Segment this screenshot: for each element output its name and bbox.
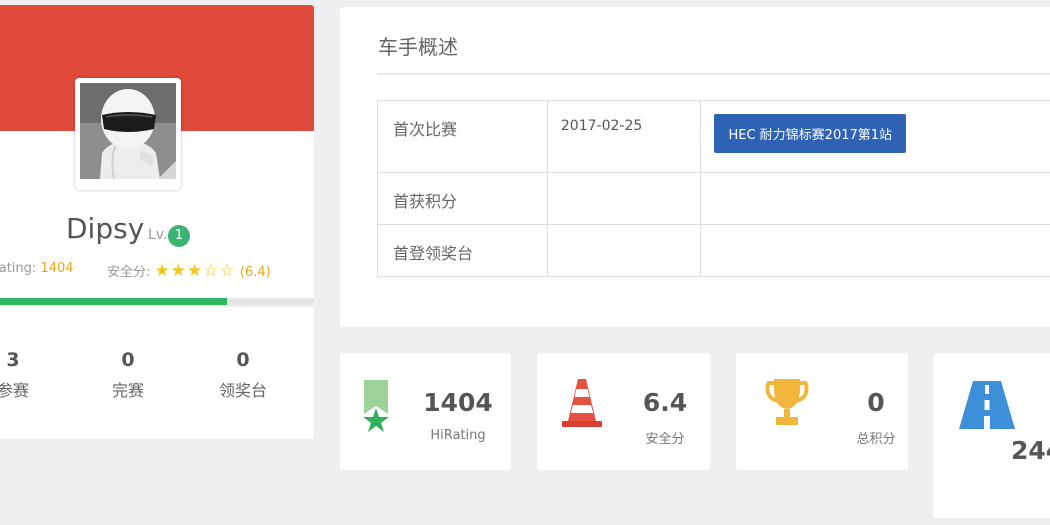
stat-distance-value: 244 <box>1011 436 1050 465</box>
safety-line: 安全分: ★★★☆☆ (6.4) <box>107 261 271 281</box>
safety-label: 安全分: <box>107 265 151 280</box>
rating-value: 1404 <box>40 261 74 276</box>
stat-card-total-points: 0 总积分 <box>736 353 908 470</box>
driver-overview-card: 车手概述 首次比赛 2017-02-25 HEC 耐力锦标赛2017第1站 首获… <box>340 7 1050 327</box>
table-row: 首获积分 <box>377 172 1050 225</box>
stat-total-points-value: 0 <box>867 388 885 417</box>
overview-title: 车手概述 <box>378 35 458 59</box>
first-podium-event <box>700 224 1050 277</box>
overview-table: 首次比赛 2017-02-25 HEC 耐力锦标赛2017第1站 首获积分 首登… <box>377 100 1050 277</box>
progress-bar <box>0 298 314 305</box>
count-finished: 0 完赛 <box>83 349 173 401</box>
count-finished-label: 完赛 <box>111 381 144 400</box>
ribbon-award-icon <box>363 380 389 432</box>
stat-total-points-label: 总积分 <box>856 432 896 447</box>
stat-card-hirating: 1404 HiRating <box>340 353 511 470</box>
stat-hirating-value: 1404 <box>423 388 493 417</box>
first-points-date <box>546 172 702 225</box>
helmet-avatar-icon <box>80 83 176 179</box>
first-race-label: 首次比赛 <box>377 100 548 173</box>
count-podiums: 0 领奖台 <box>198 349 288 401</box>
table-row: 首次比赛 2017-02-25 HEC 耐力锦标赛2017第1站 <box>377 100 1050 173</box>
safety-score: (6.4) <box>239 265 271 280</box>
safety-stars-icon: ★★★☆☆ <box>154 261 236 281</box>
trophy-icon <box>765 379 809 425</box>
avatar-image <box>80 83 176 179</box>
user-name: Dipsy <box>66 212 145 245</box>
first-points-event <box>700 172 1050 225</box>
avatar[interactable] <box>75 78 181 190</box>
first-race-event-cell: HEC 耐力锦标赛2017第1站 <box>700 100 1050 173</box>
first-points-label: 首获积分 <box>377 172 548 225</box>
level-badge: 1 <box>168 225 190 247</box>
count-races: 3 参赛 <box>0 349 58 401</box>
stat-card-safety: 6.4 安全分 <box>537 353 710 470</box>
stat-hirating-label: HiRating <box>430 428 486 443</box>
first-race-event-button[interactable]: HEC 耐力锦标赛2017第1站 <box>714 114 907 153</box>
count-podiums-value: 0 <box>236 349 250 371</box>
rating-label: Rating: <box>0 261 37 276</box>
counts-card: 3 参赛 0 完赛 0 领奖台 <box>0 307 314 439</box>
stat-safety-label: 安全分 <box>645 432 685 447</box>
overview-divider <box>377 73 1050 75</box>
first-race-date: 2017-02-25 <box>546 100 702 173</box>
count-podiums-label: 领奖台 <box>218 381 267 400</box>
stat-safety-value: 6.4 <box>642 388 688 417</box>
first-podium-label: 首登领奖台 <box>377 224 548 277</box>
road-icon <box>959 381 1015 429</box>
count-races-label: 参赛 <box>0 381 29 400</box>
count-races-value: 3 <box>6 349 20 371</box>
table-row: 首登领奖台 <box>377 224 1050 277</box>
progress-fill <box>0 298 227 305</box>
stat-card-distance: 244 <box>933 353 1050 518</box>
profile-card: Dipsy Lv. 1 Rating: 1404 安全分: ★★★☆☆ (6.4… <box>0 5 314 305</box>
traffic-cone-icon <box>562 379 602 427</box>
rating-line: Rating: 1404 <box>0 261 74 276</box>
first-podium-date <box>546 224 702 277</box>
count-finished-value: 0 <box>121 349 135 371</box>
level-prefix: Lv. <box>148 227 168 243</box>
